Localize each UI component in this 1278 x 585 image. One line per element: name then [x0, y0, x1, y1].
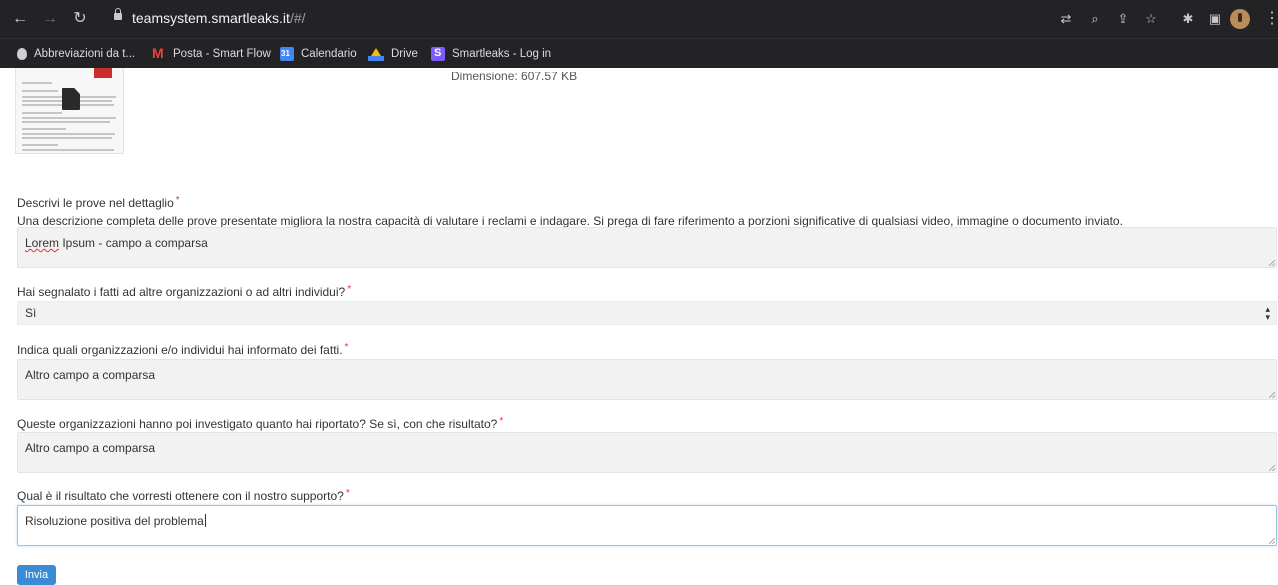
reported-select[interactable]: Sì ▴ ▾	[17, 301, 1277, 325]
menu-icon[interactable]: ⋮	[1264, 9, 1278, 29]
evidence-help-text: Una descrizione completa delle prove pre…	[17, 214, 1123, 228]
browser-toolbar: ← → ↻ teamsystem.smartleaks.it/#/ ⇄ ⌕ ⇪ …	[0, 0, 1278, 38]
smartleaks-icon	[431, 47, 445, 61]
outcome-label: Qual è il risultato che vorresti ottener…	[17, 488, 350, 503]
lock-icon	[114, 8, 122, 20]
bookmark-drive[interactable]: Drive	[368, 44, 418, 64]
submit-button[interactable]: Invia	[17, 565, 56, 585]
bookmark-smartleaks[interactable]: Smartleaks - Log in	[431, 44, 551, 64]
back-icon[interactable]: ←	[8, 7, 32, 31]
resize-handle[interactable]	[1269, 260, 1275, 266]
reported-label: Hai segnalato i fatti ad altre organizza…	[17, 284, 352, 299]
share-icon[interactable]: ⇪	[1113, 9, 1133, 29]
document-thumbnail[interactable]	[15, 68, 124, 154]
select-arrows-icon: ▴ ▾	[1265, 304, 1270, 322]
investigated-textarea[interactable]: Altro campo a comparsa	[17, 432, 1277, 473]
resize-handle[interactable]	[1269, 465, 1275, 471]
investigated-label: Queste organizzazioni hanno poi investig…	[17, 416, 504, 431]
url-text: teamsystem.smartleaks.it/#/	[132, 10, 306, 26]
evidence-textarea[interactable]: Lorem Ipsum - campo a comparsa	[17, 227, 1277, 268]
apple-icon	[17, 48, 27, 60]
drive-icon	[368, 47, 384, 61]
file-icon	[62, 88, 80, 110]
side-panel-icon[interactable]: ▣	[1205, 9, 1225, 29]
zoom-icon[interactable]: ⌕	[1085, 9, 1105, 29]
translate-icon[interactable]: ⇄	[1056, 9, 1076, 29]
bookmark-posta[interactable]: Posta - Smart Flow	[152, 44, 271, 64]
file-size-text: Dimensione: 607.57 KB	[451, 72, 578, 83]
profile-avatar[interactable]	[1230, 9, 1250, 29]
gmail-icon	[152, 45, 166, 61]
bookmarks-bar: Abbreviazioni da t... Posta - Smart Flow…	[0, 38, 1278, 68]
bookmark-star-icon[interactable]: ☆	[1141, 9, 1161, 29]
extensions-icon[interactable]: ✱	[1178, 9, 1198, 29]
evidence-label: Descrivi le prove nel dettaglio *	[17, 195, 180, 210]
reload-icon[interactable]: ↻	[68, 7, 92, 31]
resize-handle[interactable]	[1269, 538, 1275, 544]
resize-handle[interactable]	[1269, 392, 1275, 398]
address-bar[interactable]: teamsystem.smartleaks.it/#/	[110, 6, 1050, 32]
informed-label: Indica quali organizzazioni e/o individu…	[17, 342, 349, 357]
informed-textarea[interactable]: Altro campo a comparsa	[17, 359, 1277, 400]
bookmark-calendario[interactable]: Calendario	[280, 44, 357, 64]
forward-icon[interactable]: →	[38, 7, 62, 31]
outcome-textarea[interactable]: Risoluzione positiva del problema	[17, 505, 1277, 546]
bookmark-abbreviazioni[interactable]: Abbreviazioni da t...	[17, 44, 135, 64]
calendar-icon	[280, 47, 294, 61]
